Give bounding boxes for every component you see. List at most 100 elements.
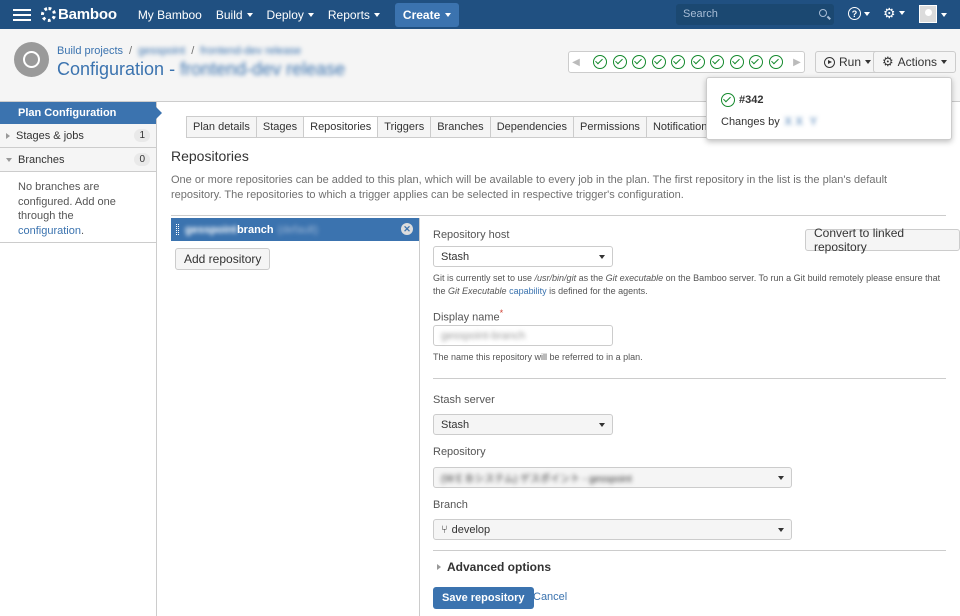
- sidebar-item-stages-jobs[interactable]: Stages & jobs 1: [0, 124, 156, 148]
- help-fragment: /usr/bin/git: [534, 273, 577, 283]
- nav-deploy[interactable]: Deploy: [260, 8, 321, 22]
- branch-select[interactable]: ⑂ develop: [433, 519, 792, 540]
- build-success-icon[interactable]: [690, 55, 705, 69]
- section-heading: Repositories: [171, 148, 249, 164]
- nav-reports[interactable]: Reports: [321, 8, 387, 22]
- help-menu[interactable]: ?: [848, 7, 870, 20]
- build-success-icon[interactable]: [729, 55, 744, 69]
- save-repository-button[interactable]: Save repository: [433, 587, 534, 609]
- repository-host-label: Repository host: [433, 229, 510, 241]
- tab-branches[interactable]: Branches: [430, 116, 490, 138]
- branch-icon: ⑂: [441, 523, 448, 536]
- build-history-strip: ◀ ▶: [568, 51, 805, 73]
- build-success-icon[interactable]: [593, 55, 607, 69]
- chevron-down-icon: [865, 60, 872, 64]
- advanced-options-toggle[interactable]: Advanced options: [437, 560, 551, 574]
- search-placeholder: Search: [683, 8, 718, 20]
- chevron-down-icon: [307, 12, 314, 17]
- sidebar-item-plan-configuration[interactable]: Plan Configuration: [0, 102, 162, 124]
- nav-label: Reports: [327, 7, 370, 22]
- chevron-right-icon[interactable]: ▶: [790, 57, 804, 68]
- repository-label: Repository: [433, 446, 486, 458]
- sidebar-item-branches[interactable]: Branches 0: [0, 148, 156, 172]
- success-icon: [721, 93, 735, 107]
- stash-server-label: Stash server: [433, 394, 495, 406]
- column-divider: [419, 218, 420, 616]
- build-success-icon[interactable]: [612, 55, 627, 69]
- git-help-text: Git is currently set to use /usr/bin/git…: [433, 272, 945, 298]
- nav-my-bamboo[interactable]: My Bamboo: [131, 8, 209, 22]
- breadcrumb: Build projects / gesspoint / frontend-de…: [57, 45, 301, 57]
- user-avatar[interactable]: [919, 5, 937, 23]
- tab-plan-details[interactable]: Plan details: [186, 116, 256, 138]
- advanced-options-label: Advanced options: [447, 560, 552, 574]
- nav-build[interactable]: Build: [209, 8, 260, 22]
- select-value: develop: [451, 523, 491, 536]
- repository-select[interactable]: (ＷＥＢシステム) ゲスポイント - gesspoint: [433, 467, 792, 488]
- chevron-down-icon: [599, 255, 605, 259]
- breadcrumb-plan[interactable]: frontend-dev release: [200, 45, 301, 57]
- tab-dependencies[interactable]: Dependencies: [489, 116, 574, 138]
- drag-handle-icon[interactable]: [176, 224, 179, 235]
- help-fragment: is defined for the agents.: [546, 286, 648, 296]
- select-value: Stash: [441, 250, 470, 263]
- search-icon: [819, 9, 827, 17]
- tab-triggers[interactable]: Triggers: [377, 116, 431, 138]
- breadcrumb-build-projects[interactable]: Build projects: [57, 45, 123, 57]
- create-button[interactable]: Create: [394, 2, 460, 27]
- convert-to-linked-repository-button[interactable]: Convert to linked repository: [805, 226, 960, 254]
- build-success-icon[interactable]: [651, 55, 666, 69]
- help-fragment: Git executable: [605, 273, 664, 283]
- chevron-left-icon[interactable]: ◀: [569, 57, 583, 68]
- search-input[interactable]: Search: [676, 4, 834, 25]
- configuration-link[interactable]: configuration: [18, 225, 81, 237]
- bamboo-logo[interactable]: Bamboo: [41, 6, 117, 23]
- chevron-down-icon: [941, 60, 948, 64]
- gear-icon: ⚙: [883, 5, 896, 21]
- select-value: Stash: [441, 418, 470, 431]
- breadcrumb-project[interactable]: gesspoint: [138, 45, 185, 57]
- build-success-icon[interactable]: [768, 55, 783, 69]
- run-button[interactable]: Run: [815, 51, 881, 73]
- field-value: gesspoint-branch: [441, 329, 526, 342]
- form-divider: [433, 550, 946, 551]
- chevron-down-icon: [246, 12, 253, 17]
- display-name-label: Display name*: [433, 308, 503, 324]
- chevron-down-icon: [898, 11, 905, 15]
- build-success-icon[interactable]: [749, 55, 763, 69]
- repository-host-select[interactable]: Stash: [433, 246, 613, 267]
- stash-server-select[interactable]: Stash: [433, 414, 613, 435]
- collapse-arrow-icon: [6, 157, 12, 162]
- tab-permissions[interactable]: Permissions: [573, 116, 646, 138]
- cancel-link[interactable]: Cancel: [533, 591, 567, 603]
- admin-menu[interactable]: ⚙: [883, 6, 905, 20]
- build-number[interactable]: #342: [739, 94, 763, 106]
- breadcrumb-separator: /: [129, 45, 133, 57]
- menu-icon[interactable]: [13, 8, 31, 21]
- chevron-down-icon[interactable]: [941, 13, 947, 17]
- no-branches-text: No branches are configured. Add one thro…: [18, 181, 116, 222]
- gear-icon: ⚙: [882, 54, 894, 69]
- sidebar-item-label: Stages & jobs: [16, 129, 84, 142]
- page-title-plan[interactable]: frontend-dev release: [180, 59, 345, 80]
- close-icon[interactable]: ✕: [401, 223, 413, 235]
- add-repository-button[interactable]: Add repository: [175, 248, 271, 270]
- page-title: Configuration - frontend-dev release: [57, 59, 345, 80]
- chevron-down-icon: [599, 423, 605, 427]
- expand-arrow-icon: [6, 132, 10, 139]
- run-label: Run: [839, 55, 862, 69]
- content-divider: [171, 215, 946, 216]
- tab-stages[interactable]: Stages: [255, 116, 304, 138]
- changes-user[interactable]: ＸＸ Ｙ: [783, 116, 819, 128]
- chevron-down-icon: [445, 12, 452, 17]
- tab-repositories[interactable]: Repositories: [303, 116, 378, 138]
- repository-list-item[interactable]: gesspoint branch (default) ✕: [171, 218, 419, 241]
- section-description: One or more repositories can be added to…: [171, 174, 888, 201]
- build-success-icon[interactable]: [632, 55, 646, 69]
- build-success-icon[interactable]: [671, 55, 685, 69]
- actions-label: Actions: [897, 55, 938, 69]
- display-name-field[interactable]: gesspoint-branch: [433, 325, 613, 346]
- actions-button[interactable]: ⚙ Actions: [873, 51, 957, 73]
- build-success-icon[interactable]: [710, 55, 724, 69]
- capability-link[interactable]: capability: [509, 286, 547, 296]
